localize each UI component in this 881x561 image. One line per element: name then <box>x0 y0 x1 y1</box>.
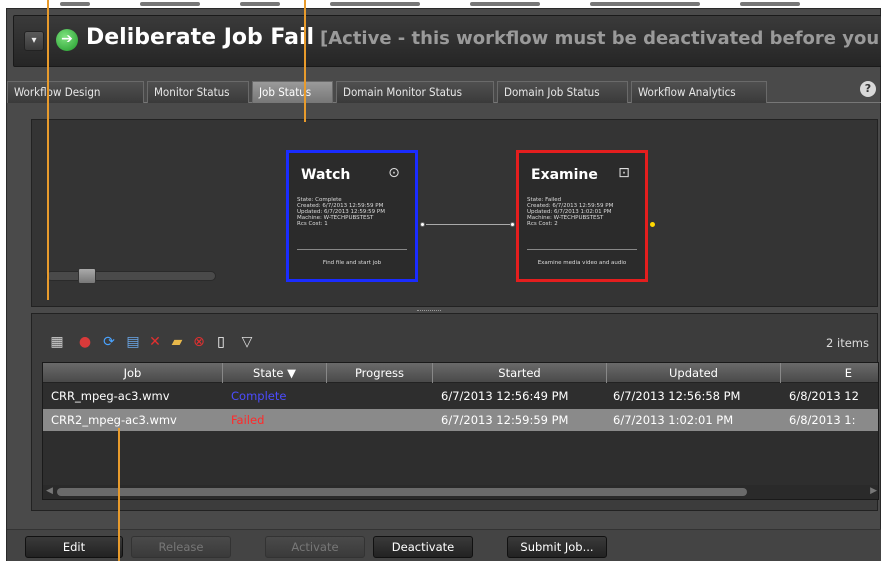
table-header: Job State ▼ Progress Started Updated E <box>43 363 878 383</box>
tab-monitor-status[interactable]: Monitor Status <box>147 81 249 103</box>
columns-icon[interactable]: ▦ <box>48 334 66 350</box>
top-strip-fragment <box>60 2 90 6</box>
cell-ended: 6/8/2013 12 <box>789 389 859 403</box>
cell-updated: 6/7/2013 1:02:01 PM <box>613 413 734 427</box>
cell-started: 6/7/2013 12:56:49 PM <box>441 389 569 403</box>
column-header-job[interactable]: Job <box>43 363 223 383</box>
deactivate-button[interactable]: Deactivate <box>373 536 473 558</box>
examine-node[interactable]: Examine ⊡ State: Failed Created: 6/7/201… <box>516 150 648 282</box>
column-header-progress[interactable]: Progress <box>327 363 433 383</box>
tab-workflow-design[interactable]: Workflow Design <box>7 81 144 103</box>
release-button[interactable]: Release <box>131 536 231 558</box>
cell-started: 6/7/2013 12:59:59 PM <box>441 413 569 427</box>
edit-button[interactable]: Edit <box>25 536 123 558</box>
cell-ended: 6/8/2013 1: <box>789 413 856 427</box>
workflow-window: ▾ ➔ Deliberate Job Fail [Active - this w… <box>6 8 881 561</box>
submit-job-button[interactable]: Submit Job... <box>507 536 607 558</box>
zoom-slider-thumb[interactable] <box>78 268 96 284</box>
job-list-panel: ▦ ● ⟳ ▤ ✕ ▰ ⊗ ▯ ▽ 2 items Job State ▼ Pr… <box>31 313 879 511</box>
node-connector <box>426 224 514 225</box>
node-description: Examine media video and audio <box>537 260 627 266</box>
workflow-active-icon: ➔ <box>56 29 78 51</box>
tab-workflow-analytics[interactable]: Workflow Analytics <box>631 81 767 103</box>
tab-domain-job-status[interactable]: Domain Job Status <box>497 81 628 103</box>
watch-output-port[interactable] <box>420 222 425 227</box>
delete-icon[interactable]: ✕ <box>146 334 164 350</box>
refresh-icon[interactable]: ⟳ <box>100 334 118 350</box>
node-title: Examine <box>531 167 598 183</box>
top-strip-fragment <box>330 2 420 6</box>
tab-bar: Workflow Design Monitor Status Job Statu… <box>7 81 881 103</box>
stop-icon[interactable]: ● <box>76 334 94 350</box>
node-details: State: Failed Created: 6/7/2013 12:59:59… <box>527 197 613 227</box>
cell-state: Complete <box>231 389 287 403</box>
examine-output-port[interactable] <box>650 222 655 227</box>
table-row-selected[interactable]: CRR2_mpeg-ac3.wmv Failed 6/7/2013 12:59:… <box>43 409 878 431</box>
top-strip-fragment <box>740 2 800 6</box>
node-description: Find file and start job <box>322 260 382 266</box>
zoom-slider-track[interactable] <box>46 271 216 281</box>
workflow-status-note: [Active - this workflow must be deactiva… <box>320 28 880 49</box>
node-divider <box>527 249 637 250</box>
column-header-state[interactable]: State ▼ <box>223 363 327 383</box>
tab-job-status[interactable]: Job Status <box>252 81 333 103</box>
jobs-table: Job State ▼ Progress Started Updated E C… <box>42 362 879 500</box>
scrollbar-thumb[interactable] <box>57 488 747 496</box>
scroll-left-arrow-icon[interactable]: ◀ <box>46 486 53 496</box>
item-count: 2 items <box>826 336 869 350</box>
top-strip-fragment <box>240 2 280 6</box>
action-bar: Edit Release Activate Deactivate Submit … <box>7 529 881 561</box>
column-header-ended[interactable]: E <box>781 363 878 383</box>
node-rcs-cost: Rcs Cost: 1 <box>297 221 328 227</box>
media-examine-icon: ⊡ <box>618 165 630 181</box>
activate-button[interactable]: Activate <box>265 536 365 558</box>
watch-node[interactable]: Watch ⊙ State: Complete Created: 6/7/201… <box>286 150 418 282</box>
top-strip-fragment <box>470 2 540 6</box>
scroll-right-arrow-icon[interactable]: ▶ <box>870 486 877 496</box>
tab-domain-monitor-status[interactable]: Domain Monitor Status <box>336 81 494 103</box>
play-icon: ⊙ <box>388 165 400 181</box>
collapse-toggle-button[interactable]: ▾ <box>24 31 44 51</box>
table-row[interactable]: CRR_mpeg-ac3.wmv Complete 6/7/2013 12:56… <box>43 385 878 407</box>
folder-icon[interactable]: ▰ <box>168 334 186 350</box>
column-header-updated[interactable]: Updated <box>607 363 781 383</box>
node-details: State: Complete Created: 6/7/2013 12:59:… <box>297 197 385 227</box>
filter-icon[interactable]: ▽ <box>238 334 256 350</box>
calendar-icon[interactable]: ▤ <box>124 334 142 350</box>
column-header-started[interactable]: Started <box>433 363 607 383</box>
workflow-header: ▾ ➔ Deliberate Job Fail [Active - this w… <box>13 15 881 67</box>
document-icon[interactable]: ▯ <box>212 334 230 350</box>
help-icon[interactable]: ? <box>860 81 876 97</box>
cell-state: Failed <box>231 413 265 427</box>
node-rcs-cost: Rcs Cost: 2 <box>527 221 558 227</box>
cell-job: CRR_mpeg-ac3.wmv <box>51 389 170 403</box>
cancel-icon[interactable]: ⊗ <box>190 334 208 350</box>
examine-input-port[interactable] <box>510 222 515 227</box>
top-strip-fragment <box>590 2 700 6</box>
node-divider <box>297 249 407 250</box>
node-title: Watch <box>301 167 351 183</box>
callout-line-selected-job <box>118 428 120 561</box>
callout-line-canvas <box>304 0 306 122</box>
top-strip-fragment <box>140 2 200 6</box>
top-strip <box>0 0 881 8</box>
workflow-canvas[interactable]: Watch ⊙ State: Complete Created: 6/7/201… <box>31 119 878 307</box>
horizontal-scrollbar[interactable]: ◀ ▶ <box>43 485 878 499</box>
callout-line-splitter <box>47 0 49 300</box>
cell-job: CRR2_mpeg-ac3.wmv <box>51 413 177 427</box>
workflow-title: Deliberate Job Fail <box>86 25 315 50</box>
cell-updated: 6/7/2013 12:56:58 PM <box>613 389 741 403</box>
